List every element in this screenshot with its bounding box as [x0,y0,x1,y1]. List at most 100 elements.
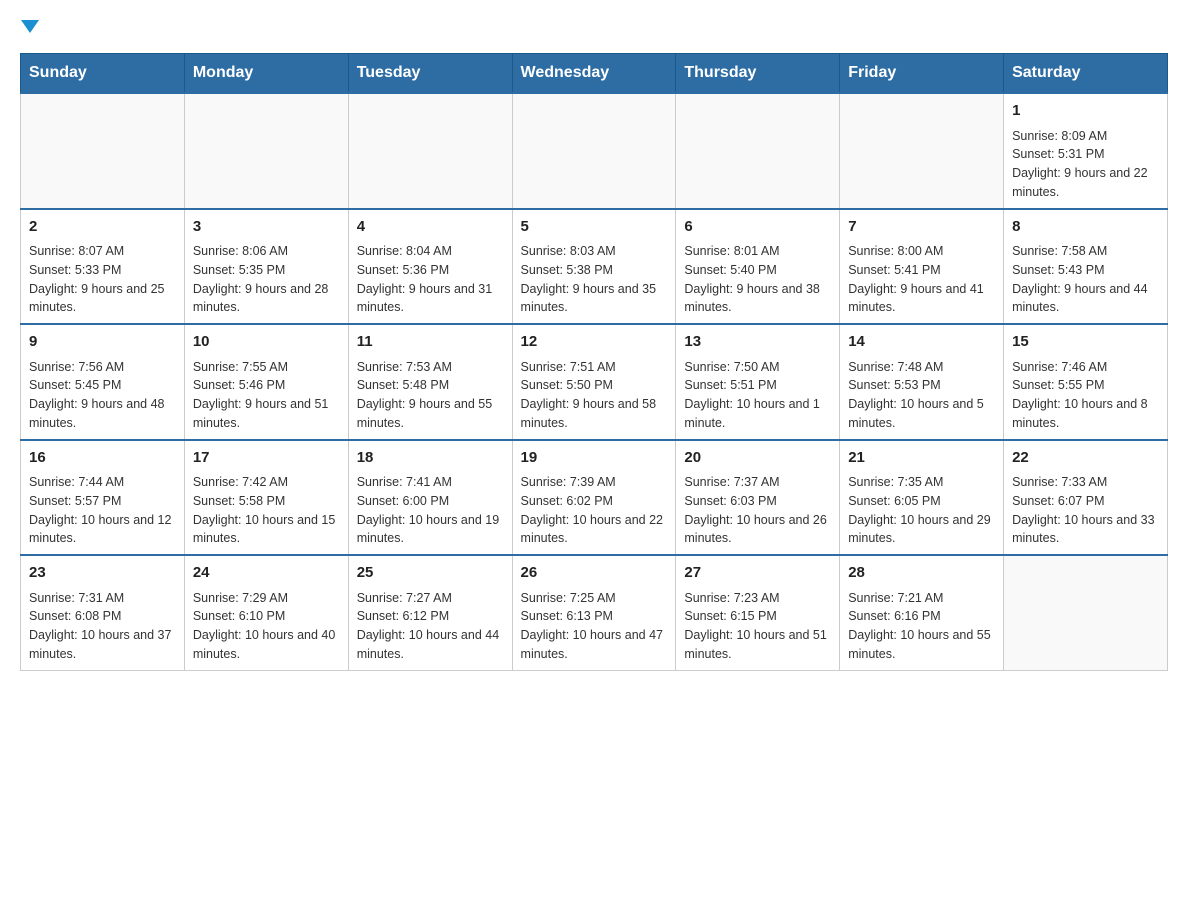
calendar-header-row: SundayMondayTuesdayWednesdayThursdayFrid… [21,54,1168,94]
logo [20,20,39,33]
weekday-header-monday: Monday [184,54,348,94]
calendar-day: 9 Sunrise: 7:56 AMSunset: 5:45 PMDaylight… [21,324,185,440]
calendar-day: 19Sunrise: 7:39 AMSunset: 6:02 PMDayligh… [512,440,676,556]
calendar-day: 2 Sunrise: 8:07 AMSunset: 5:33 PMDaylight… [21,209,185,325]
day-info: Sunrise: 7:35 AMSunset: 6:05 PMDaylight:… [848,473,995,548]
calendar-day [348,93,512,209]
weekday-header-sunday: Sunday [21,54,185,94]
calendar-day: 7 Sunrise: 8:00 AMSunset: 5:41 PMDaylight… [840,209,1004,325]
day-number: 20 [684,447,831,470]
day-number: 2 [29,216,176,239]
day-number: 4 [357,216,504,239]
week-row-3: 9 Sunrise: 7:56 AMSunset: 5:45 PMDaylight… [21,324,1168,440]
day-number: 21 [848,447,995,470]
day-number: 8 [1012,216,1159,239]
day-info: Sunrise: 7:51 AMSunset: 5:50 PMDaylight:… [521,358,668,433]
day-info: Sunrise: 8:04 AMSunset: 5:36 PMDaylight:… [357,242,504,317]
day-info: Sunrise: 7:37 AMSunset: 6:03 PMDaylight:… [684,473,831,548]
calendar-day: 24 Sunrise: 7:29 AMSunset: 6:10 PMDayligh… [184,555,348,670]
calendar-table: SundayMondayTuesdayWednesdayThursdayFrid… [20,53,1168,671]
calendar-day: 14 Sunrise: 7:48 AMSunset: 5:53 PMDayligh… [840,324,1004,440]
logo-triangle-icon [21,20,39,33]
calendar-day: 12 Sunrise: 7:51 AMSunset: 5:50 PMDayligh… [512,324,676,440]
calendar-day: 1 Sunrise: 8:09 AMSunset: 5:31 PMDaylight… [1004,93,1168,209]
day-number: 18 [357,447,504,470]
day-info: Sunrise: 8:01 AMSunset: 5:40 PMDaylight:… [684,242,831,317]
calendar-day [512,93,676,209]
weekday-header-wednesday: Wednesday [512,54,676,94]
day-number: 15 [1012,331,1159,354]
calendar-day: 21 Sunrise: 7:35 AMSunset: 6:05 PMDayligh… [840,440,1004,556]
calendar-day: 20 Sunrise: 7:37 AMSunset: 6:03 PMDayligh… [676,440,840,556]
calendar-day: 22 Sunrise: 7:33 AMSunset: 6:07 PMDayligh… [1004,440,1168,556]
day-number: 14 [848,331,995,354]
day-number: 12 [521,331,668,354]
calendar-day: 25 Sunrise: 7:27 AMSunset: 6:12 PMDayligh… [348,555,512,670]
week-row-4: 16 Sunrise: 7:44 AMSunset: 5:57 PMDayligh… [21,440,1168,556]
calendar-day [676,93,840,209]
day-number: 11 [357,331,504,354]
day-number: 24 [193,562,340,585]
day-info: Sunrise: 7:55 AMSunset: 5:46 PMDaylight:… [193,358,340,433]
calendar-day: 10 Sunrise: 7:55 AMSunset: 5:46 PMDayligh… [184,324,348,440]
day-number: 5 [521,216,668,239]
weekday-header-thursday: Thursday [676,54,840,94]
day-number: 26 [521,562,668,585]
day-info: Sunrise: 7:44 AMSunset: 5:57 PMDaylight:… [29,473,176,548]
day-number: 10 [193,331,340,354]
day-info: Sunrise: 7:48 AMSunset: 5:53 PMDaylight:… [848,358,995,433]
calendar-day [184,93,348,209]
week-row-5: 23 Sunrise: 7:31 AMSunset: 6:08 PMDayligh… [21,555,1168,670]
day-info: Sunrise: 7:46 AMSunset: 5:55 PMDaylight:… [1012,358,1159,433]
day-number: 23 [29,562,176,585]
day-info: Sunrise: 7:58 AMSunset: 5:43 PMDaylight:… [1012,242,1159,317]
day-info: Sunrise: 7:27 AMSunset: 6:12 PMDaylight:… [357,589,504,664]
day-number: 9 [29,331,176,354]
day-info: Sunrise: 7:25 AMSunset: 6:13 PMDaylight:… [521,589,668,664]
day-info: Sunrise: 7:33 AMSunset: 6:07 PMDaylight:… [1012,473,1159,548]
calendar-day: 26 Sunrise: 7:25 AMSunset: 6:13 PMDayligh… [512,555,676,670]
day-number: 27 [684,562,831,585]
day-info: Sunrise: 8:06 AMSunset: 5:35 PMDaylight:… [193,242,340,317]
day-number: 6 [684,216,831,239]
day-info: Sunrise: 7:42 AMSunset: 5:58 PMDaylight:… [193,473,340,548]
day-info: Sunrise: 7:53 AMSunset: 5:48 PMDaylight:… [357,358,504,433]
day-info: Sunrise: 7:29 AMSunset: 6:10 PMDaylight:… [193,589,340,664]
day-number: 7 [848,216,995,239]
day-number: 16 [29,447,176,470]
calendar-day: 3Sunrise: 8:06 AMSunset: 5:35 PMDaylight… [184,209,348,325]
calendar-day [1004,555,1168,670]
calendar-day: 16 Sunrise: 7:44 AMSunset: 5:57 PMDayligh… [21,440,185,556]
week-row-1: 1 Sunrise: 8:09 AMSunset: 5:31 PMDaylight… [21,93,1168,209]
day-info: Sunrise: 7:31 AMSunset: 6:08 PMDaylight:… [29,589,176,664]
day-info: Sunrise: 8:09 AMSunset: 5:31 PMDaylight:… [1012,127,1159,202]
day-number: 25 [357,562,504,585]
day-info: Sunrise: 7:56 AMSunset: 5:45 PMDaylight:… [29,358,176,433]
day-info: Sunrise: 8:00 AMSunset: 5:41 PMDaylight:… [848,242,995,317]
calendar-day: 27 Sunrise: 7:23 AMSunset: 6:15 PMDayligh… [676,555,840,670]
calendar-day: 4 Sunrise: 8:04 AMSunset: 5:36 PMDaylight… [348,209,512,325]
weekday-header-friday: Friday [840,54,1004,94]
day-number: 13 [684,331,831,354]
day-number: 17 [193,447,340,470]
calendar-day: 5 Sunrise: 8:03 AMSunset: 5:38 PMDaylight… [512,209,676,325]
calendar-day: 8 Sunrise: 7:58 AMSunset: 5:43 PMDaylight… [1004,209,1168,325]
calendar-day: 28Sunrise: 7:21 AMSunset: 6:16 PMDayligh… [840,555,1004,670]
day-info: Sunrise: 7:39 AMSunset: 6:02 PMDaylight:… [521,473,668,548]
weekday-header-saturday: Saturday [1004,54,1168,94]
calendar-day: 18 Sunrise: 7:41 AMSunset: 6:00 PMDayligh… [348,440,512,556]
day-info: Sunrise: 8:03 AMSunset: 5:38 PMDaylight:… [521,242,668,317]
day-number: 22 [1012,447,1159,470]
day-info: Sunrise: 7:50 AMSunset: 5:51 PMDaylight:… [684,358,831,433]
day-number: 28 [848,562,995,585]
day-number: 1 [1012,100,1159,123]
calendar-day: 23 Sunrise: 7:31 AMSunset: 6:08 PMDayligh… [21,555,185,670]
calendar-day: 15 Sunrise: 7:46 AMSunset: 5:55 PMDayligh… [1004,324,1168,440]
calendar-day [840,93,1004,209]
calendar-day: 13 Sunrise: 7:50 AMSunset: 5:51 PMDayligh… [676,324,840,440]
day-info: Sunrise: 7:41 AMSunset: 6:00 PMDaylight:… [357,473,504,548]
day-info: Sunrise: 8:07 AMSunset: 5:33 PMDaylight:… [29,242,176,317]
week-row-2: 2 Sunrise: 8:07 AMSunset: 5:33 PMDaylight… [21,209,1168,325]
weekday-header-tuesday: Tuesday [348,54,512,94]
day-info: Sunrise: 7:23 AMSunset: 6:15 PMDaylight:… [684,589,831,664]
